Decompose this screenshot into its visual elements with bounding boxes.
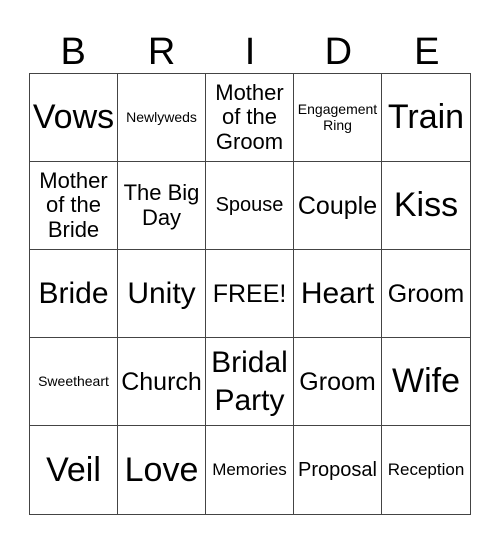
bingo-cell[interactable]: Spouse: [206, 162, 294, 250]
bingo-cell[interactable]: Mother of the Bride: [30, 162, 118, 250]
bingo-cell[interactable]: Groom: [382, 250, 470, 338]
bingo-cell[interactable]: Bride: [30, 250, 118, 338]
bingo-cell[interactable]: Sweetheart: [30, 338, 118, 426]
bingo-cell[interactable]: Newlyweds: [118, 74, 206, 162]
bingo-cell[interactable]: Unity: [118, 250, 206, 338]
bingo-header: B R I D E: [29, 30, 471, 73]
header-letter-r: R: [147, 30, 176, 73]
bingo-cell[interactable]: Proposal: [294, 426, 382, 514]
header-letter-b: B: [60, 30, 86, 73]
header-letter-i: I: [244, 30, 256, 73]
bingo-cell[interactable]: Memories: [206, 426, 294, 514]
free-space[interactable]: FREE!: [206, 250, 294, 338]
bingo-cell[interactable]: Love: [118, 426, 206, 514]
bingo-cell[interactable]: Train: [382, 74, 470, 162]
bingo-cell[interactable]: Mother of the Groom: [206, 74, 294, 162]
bingo-cell[interactable]: The Big Day: [118, 162, 206, 250]
bingo-board: Vows Newlyweds Mother of the Groom Engag…: [29, 73, 471, 515]
bingo-cell[interactable]: Reception: [382, 426, 470, 514]
bingo-cell[interactable]: Groom: [294, 338, 382, 426]
bingo-cell[interactable]: Kiss: [382, 162, 470, 250]
bingo-cell[interactable]: Bridal Party: [206, 338, 294, 426]
header-letter-d: D: [324, 30, 353, 73]
bingo-cell[interactable]: Couple: [294, 162, 382, 250]
bingo-cell[interactable]: Church: [118, 338, 206, 426]
bingo-cell[interactable]: Heart: [294, 250, 382, 338]
header-letter-e: E: [414, 30, 440, 73]
bingo-cell[interactable]: Veil: [30, 426, 118, 514]
bingo-cell[interactable]: Wife: [382, 338, 470, 426]
bingo-cell[interactable]: Engagement Ring: [294, 74, 382, 162]
bingo-cell[interactable]: Vows: [30, 74, 118, 162]
